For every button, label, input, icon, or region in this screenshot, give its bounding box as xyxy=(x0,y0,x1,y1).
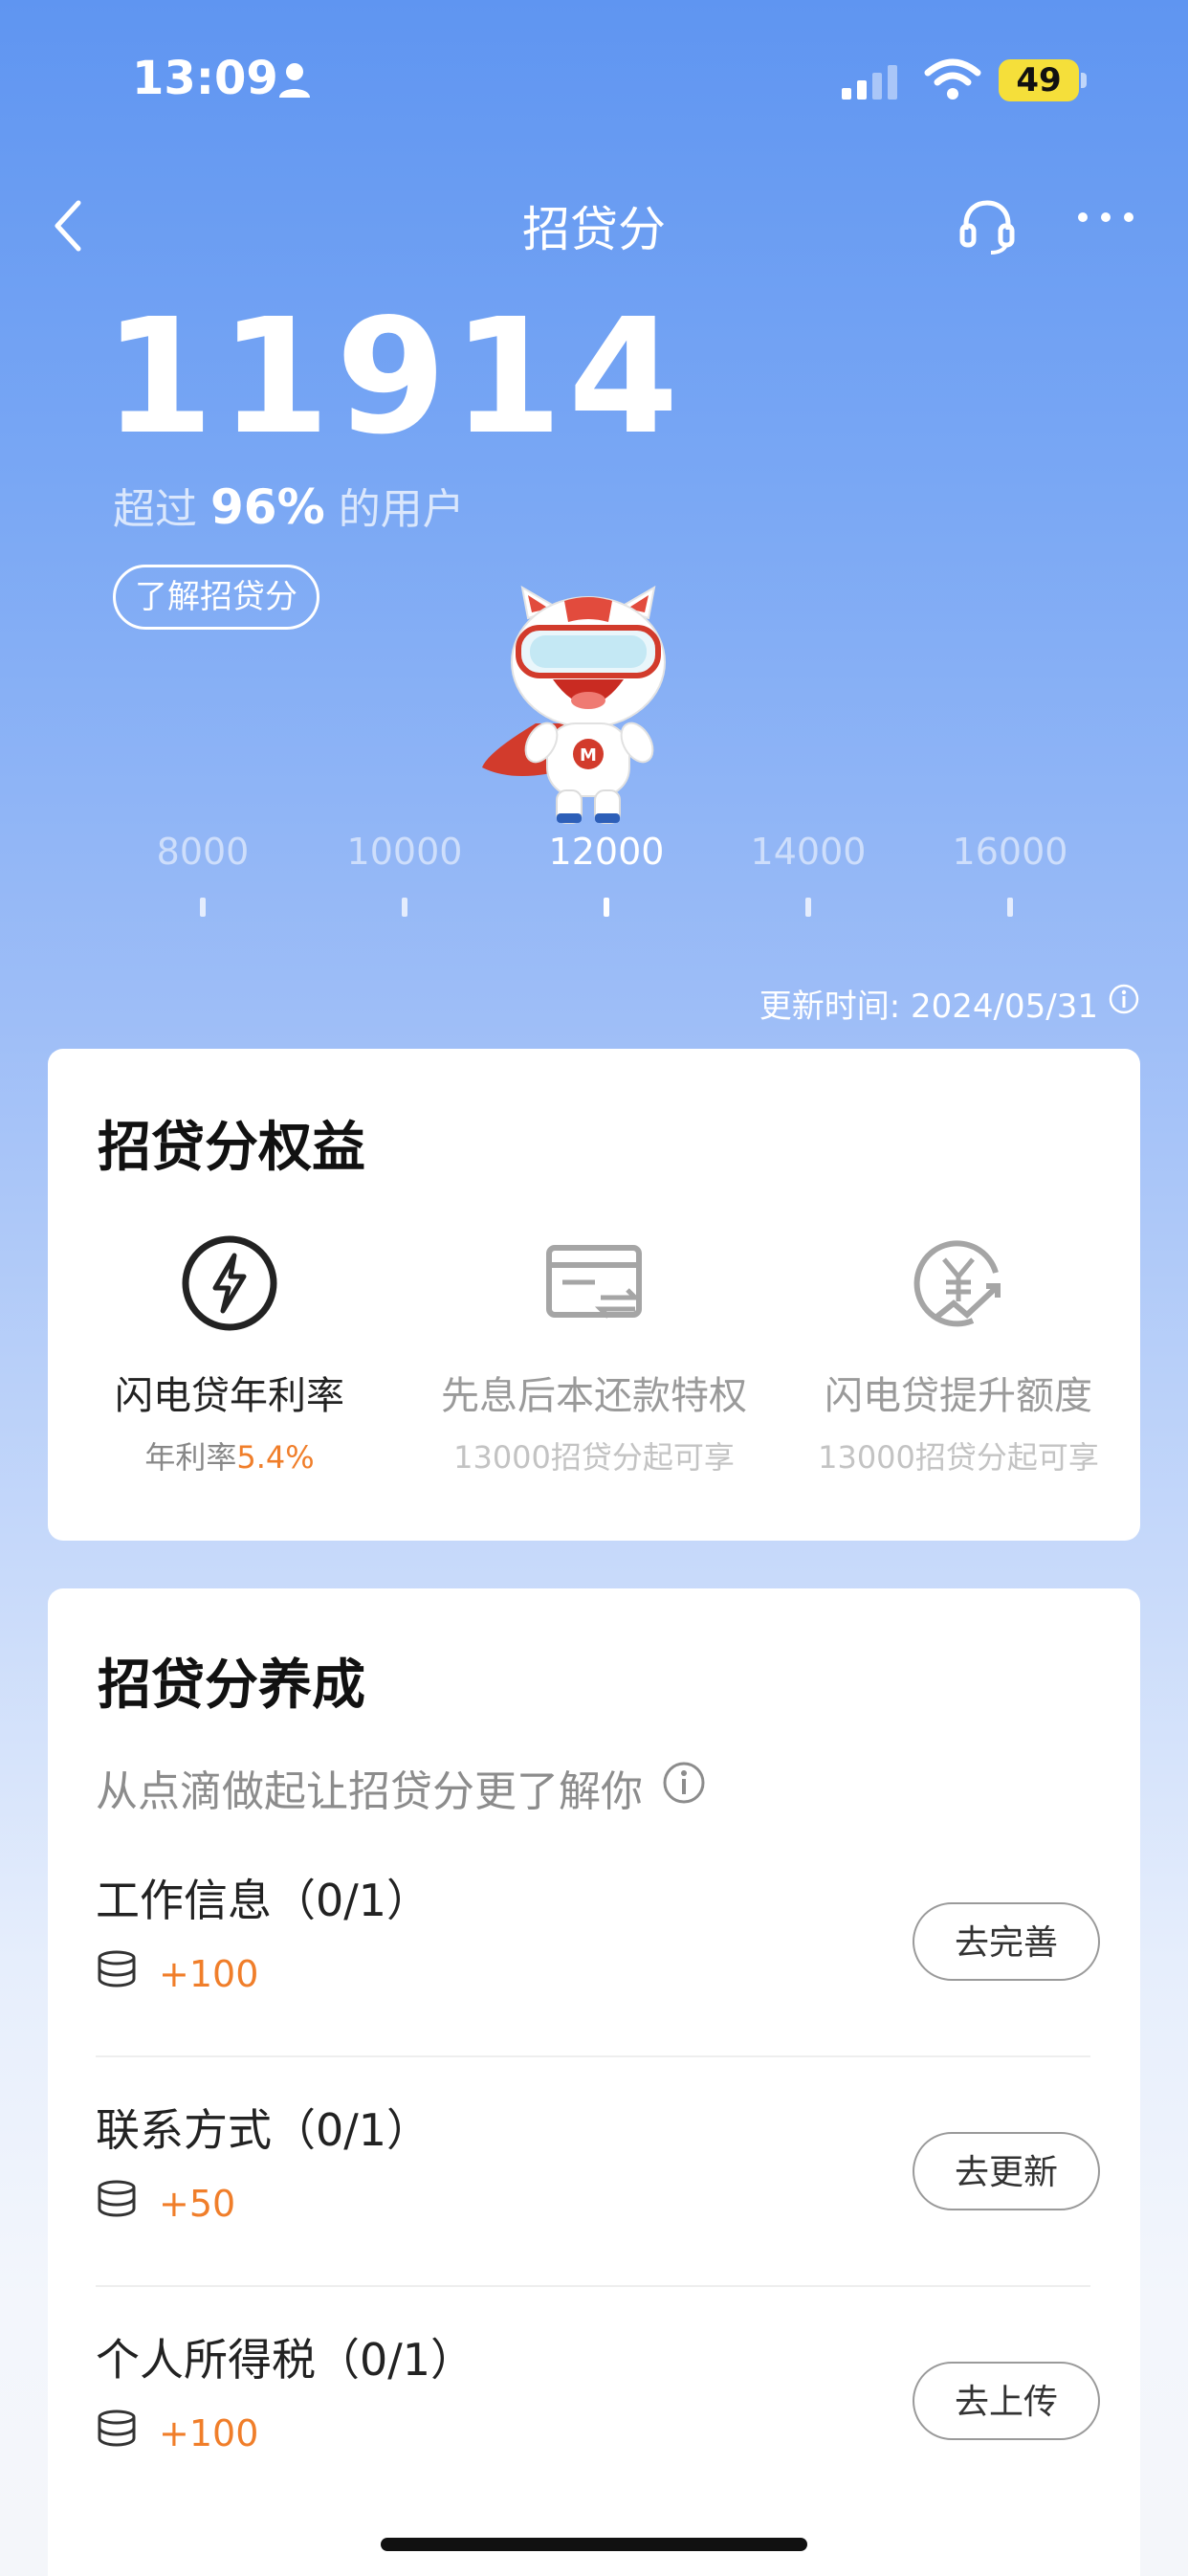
percentile-value: 96% xyxy=(210,479,325,535)
task-points-row: +50 xyxy=(96,2180,235,2227)
scale-label-12000: 12000 xyxy=(548,831,665,873)
scale-label-10000: 10000 xyxy=(346,831,463,873)
update-contact-button[interactable]: 去更新 xyxy=(913,2132,1100,2210)
benefit-title: 闪电贷提升额度 xyxy=(825,1374,1092,1418)
percentile-prefix: 超过 xyxy=(113,485,197,534)
percentile-suffix: 的用户 xyxy=(338,485,465,534)
growth-card-subtitle: 从点滴做起让招贷分更了解你 xyxy=(96,1757,706,1818)
benefit-title: 先息后本还款特权 xyxy=(441,1374,747,1418)
lightning-icon xyxy=(48,1231,411,1336)
task-points-row: +100 xyxy=(96,1950,258,1997)
growth-card-title: 招贷分养成 xyxy=(98,1654,365,1717)
task-contact-info: 联系方式（0/1） +50 去更新 xyxy=(96,2096,1100,2325)
battery-tip xyxy=(1081,73,1087,88)
yen-up-icon xyxy=(777,1231,1140,1336)
home-indicator[interactable] xyxy=(381,2538,807,2551)
benefit-lightning-rate[interactable]: 闪电贷年利率 年利率5.4% xyxy=(48,1231,411,1477)
status-time: 13:09 xyxy=(132,52,278,105)
update-time-row: 更新时间: 2024/05/31 xyxy=(759,980,1140,1027)
task-points: +100 xyxy=(159,2411,259,2454)
scale-tick-mark xyxy=(402,898,407,917)
loan-score-value: 11914 xyxy=(103,285,685,470)
cellular-signal-icon xyxy=(840,63,905,105)
divider xyxy=(96,2285,1090,2287)
growth-subtitle-text: 从点滴做起让招贷分更了解你 xyxy=(96,1767,643,1816)
scale-tick-mark xyxy=(1007,898,1013,917)
benefit-title: 闪电贷年利率 xyxy=(115,1374,344,1418)
benefit-interest-first[interactable]: 先息后本还款特权 13000招贷分起可享 xyxy=(412,1231,776,1477)
task-name: 个人所得税（0/1） xyxy=(96,2334,475,2386)
benefit-subtitle: 13000招贷分起可享 xyxy=(818,1439,1099,1476)
scale-tick-mark xyxy=(200,898,206,917)
more-icon[interactable] xyxy=(1075,203,1136,235)
scale-tick-mark xyxy=(805,898,811,917)
task-name: 联系方式（0/1） xyxy=(96,2104,431,2156)
benefit-subtitle: 年利率5.4% xyxy=(48,1433,411,1477)
learn-score-button[interactable]: 了解招贷分 xyxy=(113,565,319,630)
upload-tax-button[interactable]: 去上传 xyxy=(913,2362,1100,2440)
headset-icon[interactable] xyxy=(957,197,1018,258)
coins-icon xyxy=(96,1950,138,1997)
divider xyxy=(96,2055,1090,2057)
coins-icon xyxy=(96,2409,138,2456)
benefits-card: 招贷分权益 闪电贷年利率 年利率5.4% 先息后本还款特权 13000招贷分起可… xyxy=(48,1049,1140,1541)
task-points-row: +100 xyxy=(96,2409,258,2456)
complete-work-info-button[interactable]: 去完善 xyxy=(913,1902,1100,1981)
task-work-info: 工作信息（0/1） +100 去完善 xyxy=(96,1866,1100,2096)
task-points: +50 xyxy=(159,2182,236,2225)
benefit-subtitle: 13000招贷分起可享 xyxy=(453,1439,735,1476)
scale-tick-mark-active xyxy=(604,898,609,917)
benefit-sub-prefix: 年利率 xyxy=(144,1439,237,1476)
update-time-text: 更新时间: 2024/05/31 xyxy=(759,988,1098,1026)
card-swap-icon xyxy=(412,1231,776,1336)
task-income-tax: 个人所得税（0/1） +100 去上传 xyxy=(96,2325,1100,2555)
info-icon[interactable] xyxy=(662,1761,706,1815)
task-name: 工作信息（0/1） xyxy=(96,1875,431,1926)
person-icon xyxy=(277,61,312,103)
scale-label-8000: 8000 xyxy=(156,831,250,873)
scale-label-16000: 16000 xyxy=(952,831,1068,873)
info-icon[interactable] xyxy=(1108,983,1140,1024)
mascot-illustration: M xyxy=(478,580,698,834)
coins-icon xyxy=(96,2180,138,2227)
benefit-rate-value: 5.4% xyxy=(236,1439,315,1476)
wifi-icon xyxy=(924,57,981,105)
benefits-card-title: 招贷分权益 xyxy=(98,1117,365,1179)
score-growth-card: 招贷分养成 从点滴做起让招贷分更了解你 工作信息（0/1） +100 去完善 联… xyxy=(48,1588,1140,2576)
task-points: +100 xyxy=(159,1952,259,1995)
benefit-limit-increase[interactable]: 闪电贷提升额度 13000招贷分起可享 xyxy=(777,1231,1140,1477)
svg-text:M: M xyxy=(580,745,597,766)
percentile-text: 超过 96% 的用户 xyxy=(113,475,465,536)
battery-indicator: 49 xyxy=(999,59,1079,101)
scale-label-14000: 14000 xyxy=(750,831,867,873)
